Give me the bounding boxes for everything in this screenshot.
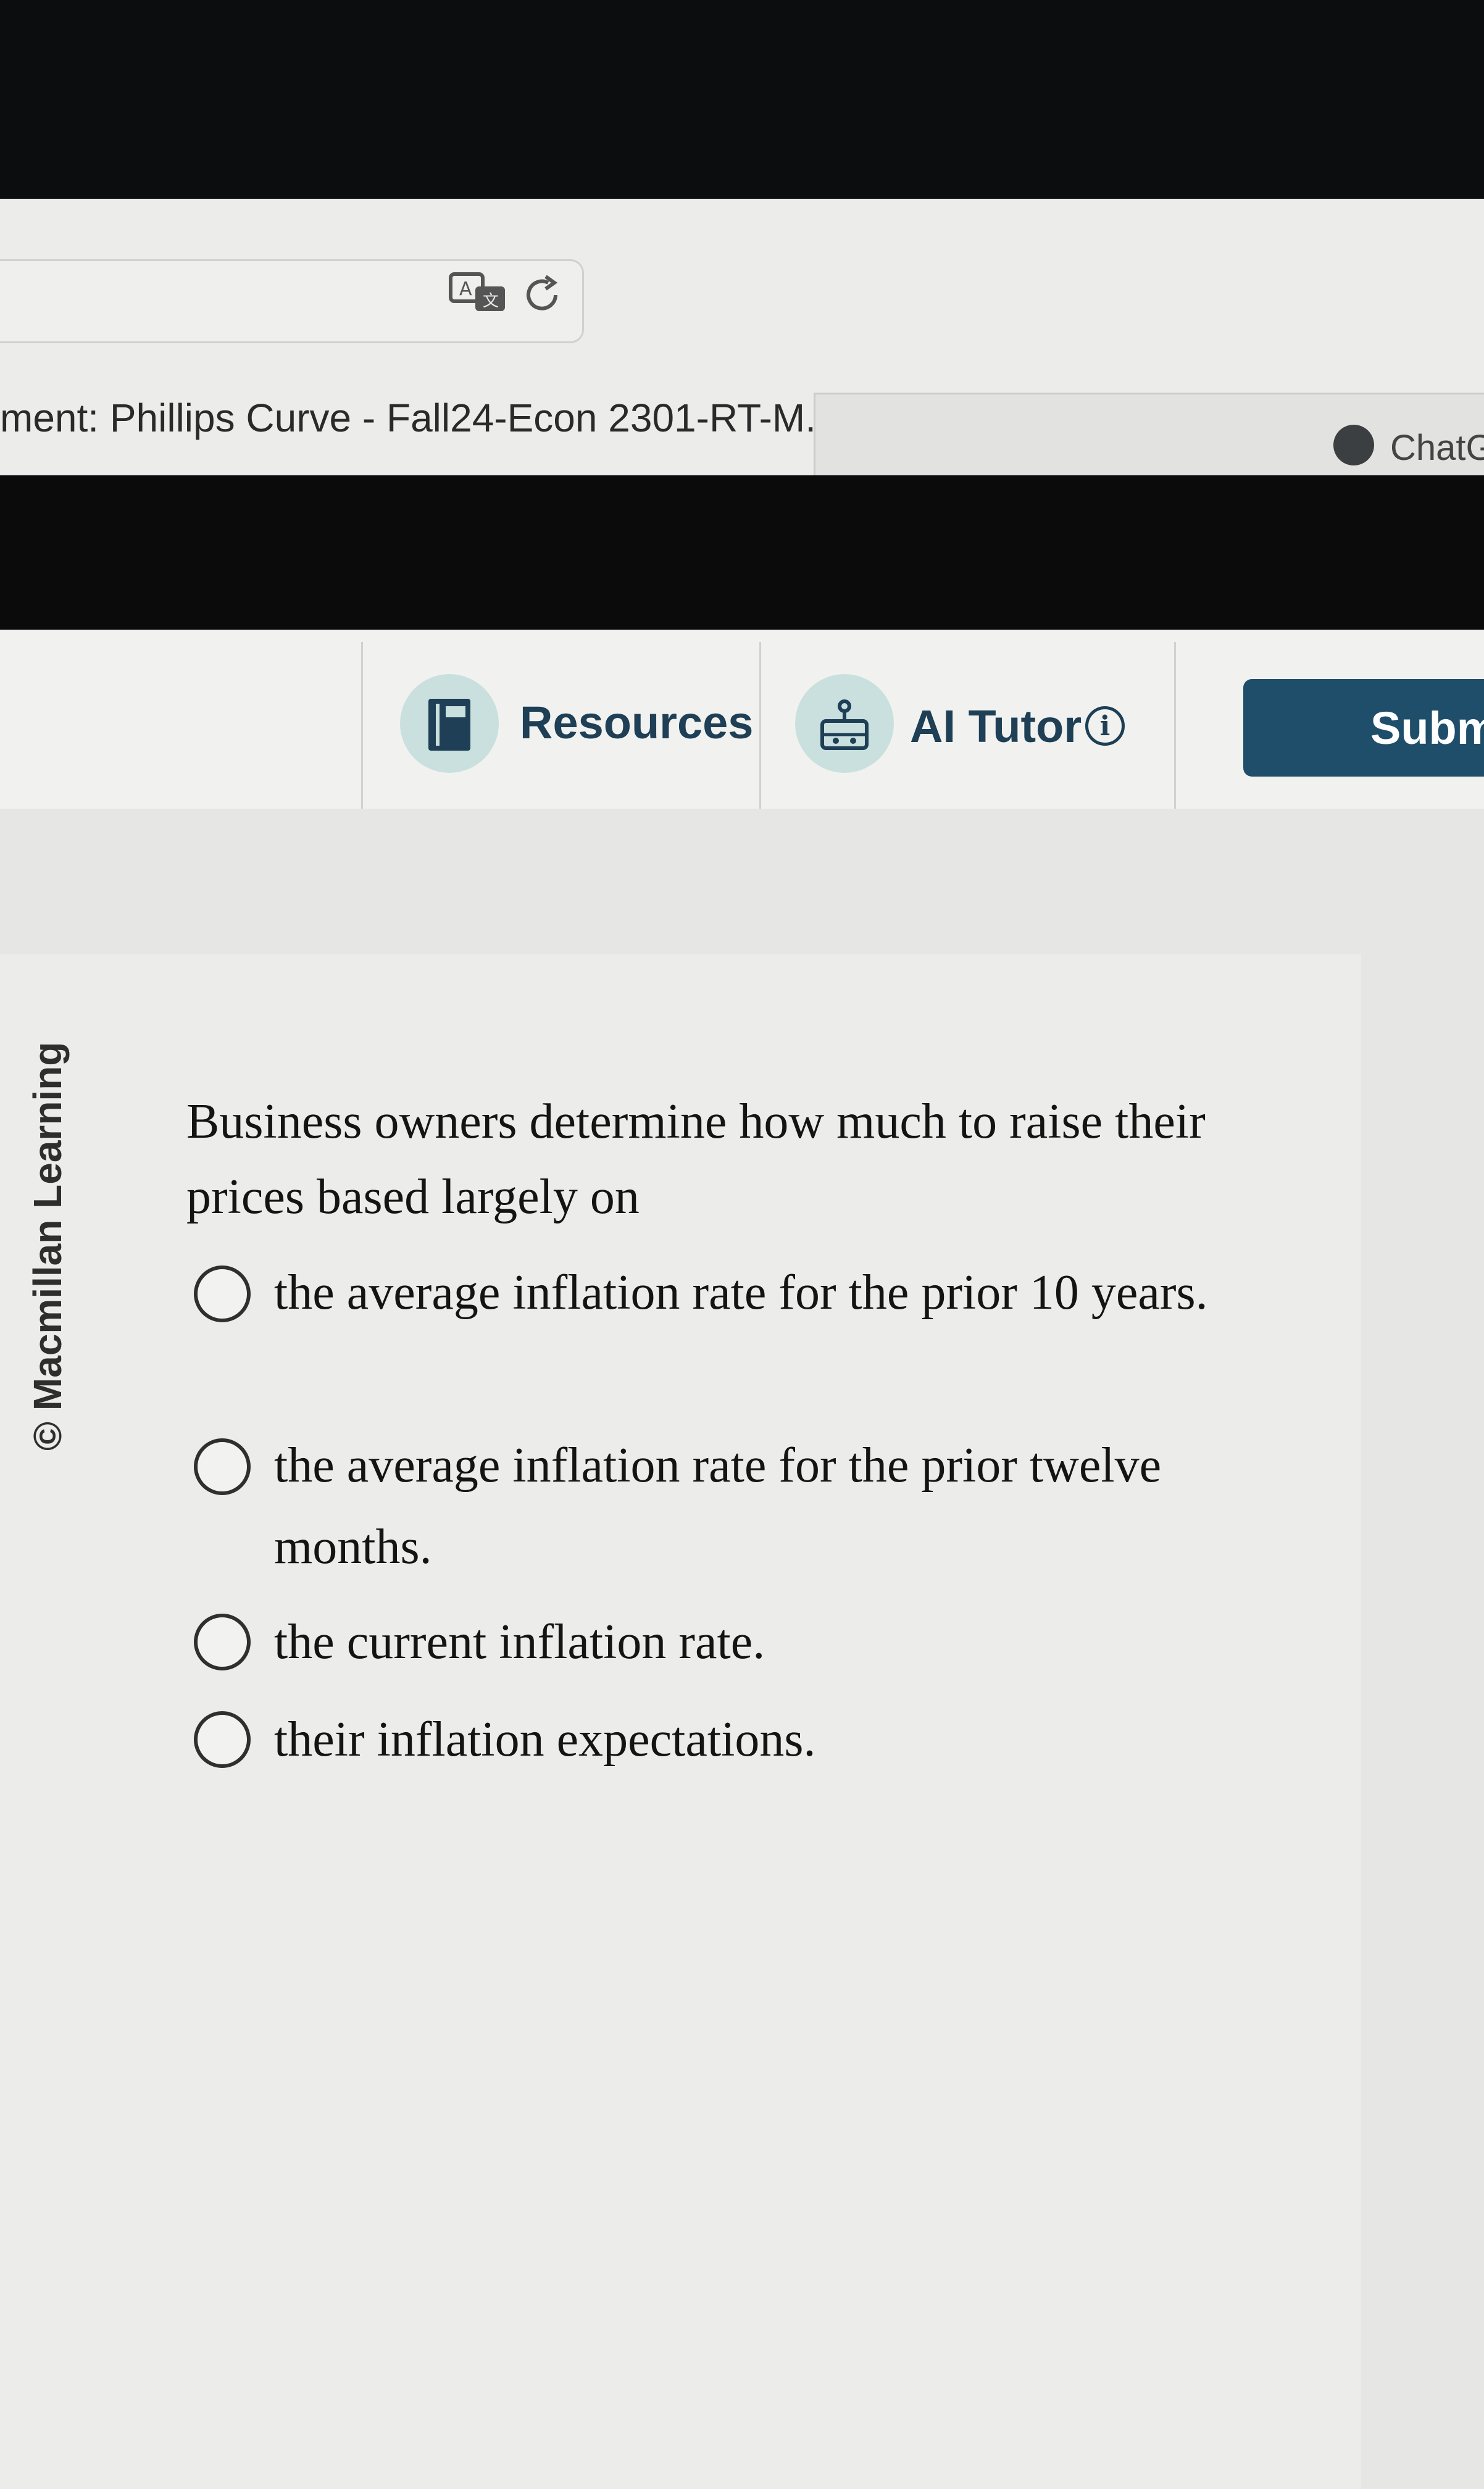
answer-option-label[interactable]: the average inflation rate for the prior… bbox=[274, 1252, 1262, 1333]
book-icon bbox=[428, 699, 470, 751]
reload-icon[interactable] bbox=[519, 270, 568, 330]
submit-button[interactable]: Submi bbox=[1243, 679, 1484, 777]
answer-option-label[interactable]: the average inflation rate for the prior… bbox=[274, 1425, 1262, 1588]
robot-icon bbox=[820, 699, 869, 750]
black-band bbox=[0, 475, 1484, 649]
info-icon[interactable]: i bbox=[1085, 706, 1125, 746]
chatgpt-icon[interactable] bbox=[1333, 425, 1374, 465]
resources-button[interactable]: Resources bbox=[520, 696, 753, 749]
answer-option-label[interactable]: their inflation expectations. bbox=[274, 1699, 1262, 1780]
radio-icon[interactable] bbox=[194, 1265, 251, 1322]
copyright-label: © Macmillan Learning bbox=[25, 1041, 70, 1451]
radio-icon[interactable] bbox=[194, 1711, 251, 1768]
toolbar-divider bbox=[361, 642, 363, 809]
radio-icon[interactable] bbox=[194, 1438, 251, 1495]
svg-text:A: A bbox=[459, 278, 472, 300]
ai-tutor-button-icon[interactable] bbox=[795, 674, 894, 773]
translate-icon[interactable]: A 文 bbox=[448, 270, 510, 330]
answer-option-label[interactable]: the current inflation rate. bbox=[274, 1601, 1262, 1683]
radio-icon[interactable] bbox=[194, 1614, 251, 1670]
svg-text:文: 文 bbox=[483, 292, 499, 311]
chatgpt-extension-label[interactable]: ChatG bbox=[1390, 427, 1484, 469]
resources-button-icon[interactable] bbox=[400, 674, 499, 773]
toolbar-divider bbox=[759, 642, 761, 809]
ai-tutor-button[interactable]: AI Tutor bbox=[910, 700, 1082, 753]
tab-title[interactable]: ment: Phillips Curve - Fall24-Econ 2301-… bbox=[0, 395, 838, 441]
question-text: Business owners determine how much to ra… bbox=[186, 1094, 1206, 1224]
toolbar-divider bbox=[1174, 642, 1176, 809]
top-black-area bbox=[0, 0, 1484, 204]
browser-tab-strip bbox=[814, 393, 1484, 481]
